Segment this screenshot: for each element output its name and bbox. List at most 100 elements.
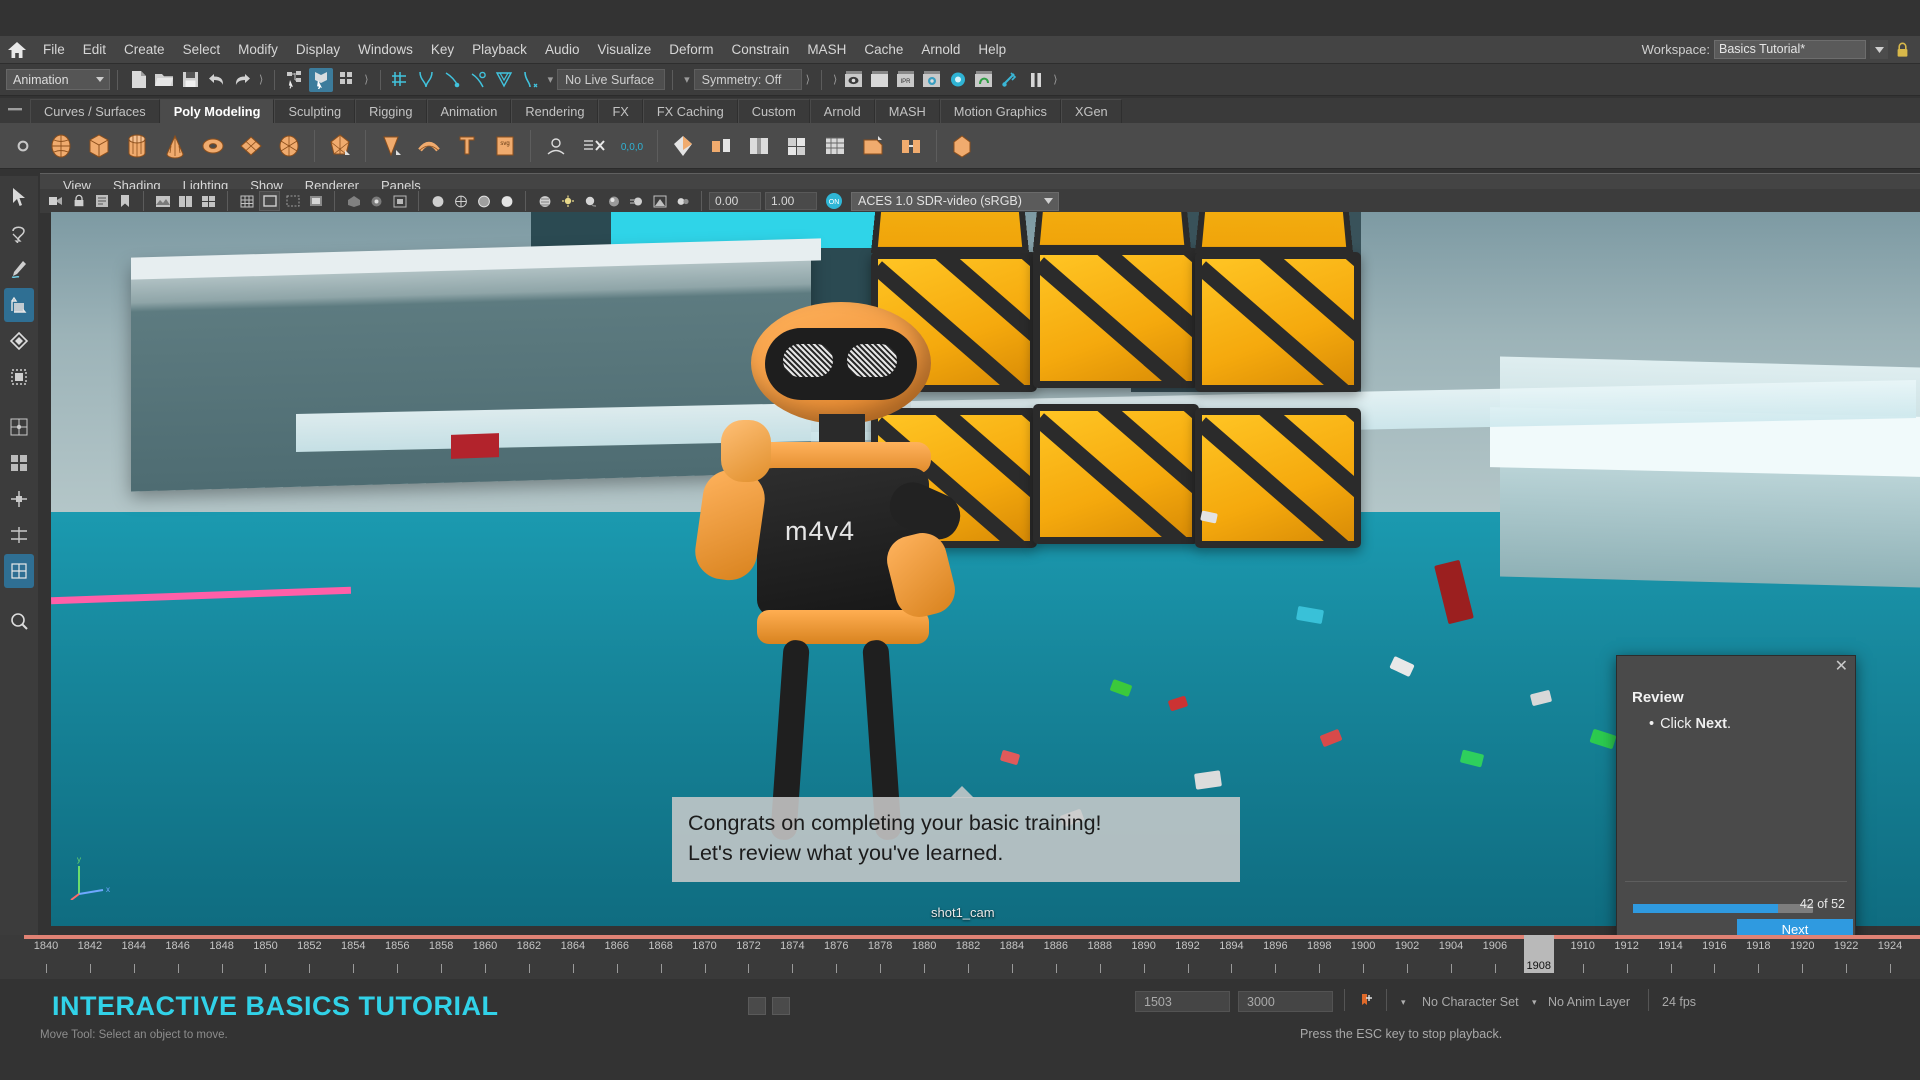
lights-icon[interactable] — [557, 191, 578, 211]
two-panes-icon[interactable] — [175, 191, 196, 211]
collapse-arrow-icon[interactable]: ⟩ — [829, 73, 841, 86]
chevron-down-icon[interactable]: ▾ — [544, 73, 558, 86]
chevron-down-icon[interactable]: ▾ — [1532, 997, 1537, 1008]
anim-layer-label[interactable]: No Anim Layer — [1548, 995, 1630, 1009]
render-settings-icon[interactable] — [920, 68, 944, 92]
shelf-tab-sculpting[interactable]: Sculpting — [274, 99, 356, 123]
multisample-icon[interactable] — [649, 191, 670, 211]
collapse-arrow-icon[interactable]: ⟩ — [360, 73, 372, 86]
menu-visualize[interactable]: Visualize — [588, 36, 660, 64]
auto-keyframe-icon[interactable] — [1355, 991, 1377, 1012]
select-by-hierarchy-icon[interactable] — [283, 68, 307, 92]
chevron-down-icon[interactable]: ▾ — [680, 73, 694, 86]
menu-display[interactable]: Display — [287, 36, 349, 64]
menu-create[interactable]: Create — [115, 36, 174, 64]
bevel-icon[interactable] — [855, 126, 891, 166]
extrude-icon[interactable] — [817, 126, 853, 166]
shelf-options-icon[interactable] — [5, 126, 41, 166]
menu-mash[interactable]: MASH — [798, 36, 855, 64]
undo-icon[interactable] — [204, 68, 228, 92]
poly-plane-icon[interactable] — [233, 126, 269, 166]
resolution-gate-icon[interactable] — [282, 191, 303, 211]
snap-to-view-plane-icon[interactable] — [493, 68, 517, 92]
menu-select[interactable]: Select — [174, 36, 230, 64]
menu-file[interactable]: File — [34, 36, 74, 64]
tutorial-review-dialog[interactable]: ✕ Review • Click Next. 42 of 52 Next — [1616, 655, 1856, 940]
new-scene-icon[interactable] — [126, 68, 150, 92]
poly-torus-icon[interactable] — [195, 126, 231, 166]
xray-joints-icon[interactable] — [366, 191, 387, 211]
make-live-icon[interactable] — [519, 68, 543, 92]
type-tool-icon[interactable] — [449, 126, 485, 166]
exposure-field[interactable]: 0.00 — [709, 192, 761, 210]
menu-key[interactable]: Key — [422, 36, 463, 64]
shelf-tab-mash[interactable]: MASH — [874, 99, 940, 123]
shadows-icon[interactable] — [580, 191, 601, 211]
select-by-component-icon[interactable] — [335, 68, 359, 92]
motion-blur-icon[interactable] — [626, 191, 647, 211]
workspace-select[interactable]: Basics Tutorial* — [1714, 40, 1866, 59]
camera-attributes-icon[interactable] — [91, 191, 112, 211]
shaded-icon[interactable] — [427, 191, 448, 211]
menu-constrain[interactable]: Constrain — [723, 36, 799, 64]
menu-help[interactable]: Help — [969, 36, 1015, 64]
collapse-arrow-icon[interactable]: ⟩ — [802, 73, 814, 86]
playback-step-back-button[interactable] — [772, 997, 790, 1015]
snap-view-tool[interactable] — [4, 518, 34, 552]
snap-point-tool[interactable] — [4, 482, 34, 516]
arnold-render-icon[interactable] — [972, 68, 996, 92]
time-slider-ticks[interactable]: 1840 1842 1844 1846 1848 1850 1852 1854 1856 1858… — [24, 940, 1912, 978]
chevron-down-icon[interactable] — [1870, 40, 1888, 59]
shelf-tab-curves-surfaces[interactable]: Curves / Surfaces — [30, 99, 160, 123]
poly-disc-icon[interactable] — [271, 126, 307, 166]
scale-tool[interactable] — [4, 360, 34, 394]
shelf-tab-motion-graphics[interactable]: Motion Graphics — [939, 99, 1061, 123]
shelf-tab-xgen[interactable]: XGen — [1060, 99, 1122, 123]
snap-to-projected-center-icon[interactable] — [467, 68, 491, 92]
grid-icon[interactable] — [236, 191, 257, 211]
shelf-tab-animation[interactable]: Animation — [426, 99, 512, 123]
shelf-tab-custom[interactable]: Custom — [737, 99, 810, 123]
film-gate-icon[interactable] — [259, 191, 280, 211]
chevron-down-icon[interactable]: ▾ — [1401, 997, 1406, 1008]
poly-pipe-icon[interactable] — [411, 126, 447, 166]
combine-icon[interactable] — [665, 126, 701, 166]
redo-render-icon[interactable] — [868, 68, 892, 92]
shelf-tab-arnold[interactable]: Arnold — [809, 99, 875, 123]
color-management-icon[interactable]: ON — [823, 191, 844, 211]
playhead[interactable]: 1908 — [1523, 935, 1554, 973]
xray-icon[interactable] — [343, 191, 364, 211]
lock-icon[interactable] — [1892, 39, 1912, 61]
depth-of-field-icon[interactable] — [672, 191, 693, 211]
bridge-icon[interactable] — [893, 126, 929, 166]
shelf-menu-icon[interactable] — [0, 98, 30, 123]
isolate-select-icon[interactable] — [389, 191, 410, 211]
time-slider[interactable]: 1840 1842 1844 1846 1848 1850 1852 1854 1856 1858… — [0, 935, 1920, 979]
shelf-tab-fx-caching[interactable]: FX Caching — [642, 99, 738, 123]
rotate-tool[interactable] — [4, 324, 34, 358]
range-start-field[interactable]: 1503 — [1135, 991, 1230, 1012]
zero-out-icon[interactable] — [576, 126, 612, 166]
paint-select-tool[interactable] — [4, 252, 34, 286]
move-tool[interactable] — [4, 288, 34, 322]
select-camera-icon[interactable] — [45, 191, 66, 211]
svg-tool-icon[interactable]: svg — [487, 126, 523, 166]
range-end-field[interactable]: 3000 — [1238, 991, 1333, 1012]
select-tool[interactable] — [4, 180, 34, 214]
show-manipulator-tool[interactable] — [4, 554, 34, 588]
poly-platonic-icon[interactable] — [322, 126, 358, 166]
menu-windows[interactable]: Windows — [349, 36, 422, 64]
shelf-tab-rendering[interactable]: Rendering — [511, 99, 599, 123]
poly-cube-icon[interactable] — [81, 126, 117, 166]
poly-cylinder-icon[interactable] — [119, 126, 155, 166]
wireframe-on-shaded-icon[interactable] — [473, 191, 494, 211]
poly-sphere-icon[interactable] — [43, 126, 79, 166]
menu-playback[interactable]: Playback — [463, 36, 536, 64]
shelf-tab-rigging[interactable]: Rigging — [355, 99, 427, 123]
snap-together-icon[interactable]: 0,0,0 — [614, 126, 650, 166]
menu-arnold[interactable]: Arnold — [912, 36, 969, 64]
separate-icon[interactable] — [703, 126, 739, 166]
lock-camera-icon[interactable] — [68, 191, 89, 211]
snap-grid-tool[interactable] — [4, 410, 34, 444]
fps-label[interactable]: 24 fps — [1662, 995, 1696, 1009]
